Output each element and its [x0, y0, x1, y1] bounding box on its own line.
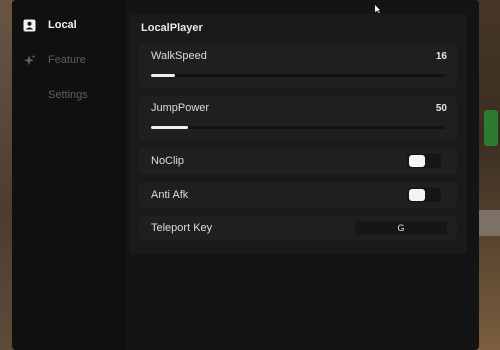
jumppower-slider-fill: [151, 126, 188, 129]
mouse-cursor-icon: [374, 0, 384, 18]
walkspeed-slider-track[interactable]: [151, 74, 445, 77]
noclip-label: NoClip: [151, 155, 185, 167]
content-panel: LocalPlayer WalkSpeed 16 JumpPower 50 No…: [129, 14, 467, 254]
walkspeed-slider-fill: [151, 74, 175, 77]
anti-afk-label: Anti Afk: [151, 189, 189, 201]
teleport-keybind-box[interactable]: G: [355, 221, 447, 235]
jumppower-label: JumpPower: [151, 102, 210, 114]
noclip-toggle[interactable]: [407, 154, 441, 168]
sparkle-icon: [22, 53, 36, 67]
jumppower-slider-row[interactable]: JumpPower 50: [139, 96, 457, 140]
toggle-knob: [409, 155, 425, 167]
walkspeed-label: WalkSpeed: [151, 50, 207, 62]
background-foliage: [484, 110, 498, 146]
sidebar-item-label: Settings: [48, 89, 88, 101]
section-title: LocalPlayer: [141, 22, 203, 34]
sidebar-item-label: Feature: [48, 54, 86, 66]
walkspeed-slider-row[interactable]: WalkSpeed 16: [139, 44, 457, 88]
user-icon: [22, 18, 36, 32]
teleport-key-row[interactable]: Teleport Key G: [139, 216, 457, 240]
menu-window: Local Feature Settings LocalPlayer WalkS…: [12, 0, 479, 350]
sidebar-item-label: Local: [48, 19, 77, 31]
toggle-knob: [409, 189, 425, 201]
sidebar-item-feature[interactable]: Feature: [22, 51, 86, 69]
walkspeed-value: 16: [435, 51, 447, 62]
teleport-key-label: Teleport Key: [151, 222, 213, 234]
sidebar-item-settings[interactable]: Settings: [22, 86, 88, 104]
sidebar: Local Feature Settings: [12, 0, 126, 350]
noclip-toggle-row[interactable]: NoClip: [139, 148, 457, 174]
anti-afk-toggle[interactable]: [407, 188, 441, 202]
background-stone: [478, 210, 500, 236]
jumppower-slider-track[interactable]: [151, 126, 445, 129]
jumppower-value: 50: [435, 103, 447, 114]
anti-afk-toggle-row[interactable]: Anti Afk: [139, 182, 457, 208]
sidebar-item-local[interactable]: Local: [22, 16, 77, 34]
